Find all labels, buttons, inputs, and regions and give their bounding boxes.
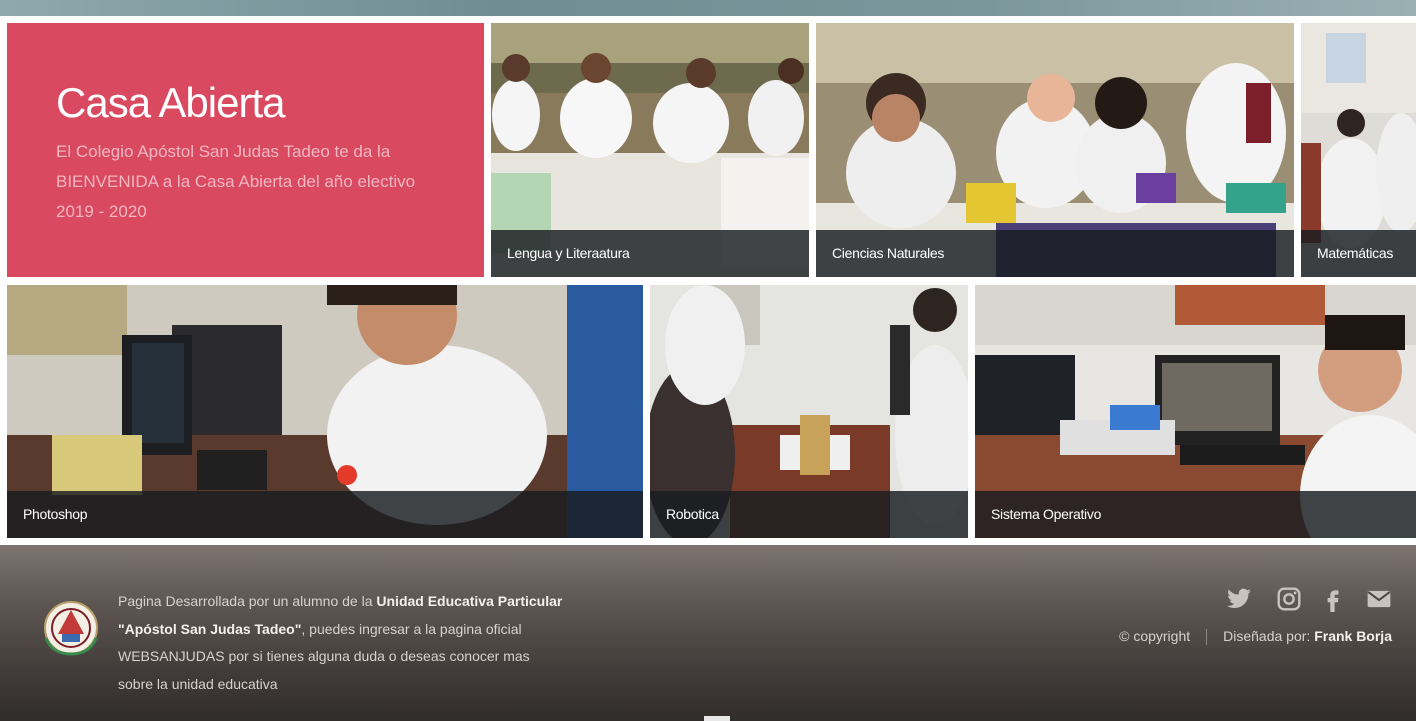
facebook-icon[interactable]	[1320, 586, 1346, 612]
divider	[1206, 629, 1208, 646]
gallery-caption-bar: Photoshop	[7, 491, 643, 538]
gallery-caption-bar: Matemáticas	[1301, 230, 1416, 277]
gallery-caption: Lengua y Literaatura	[507, 245, 630, 261]
gallery-item-ciencias[interactable]: Ciencias Naturales	[816, 23, 1294, 277]
gallery-caption: Matemáticas	[1317, 245, 1394, 261]
hero-description: El Colegio Apóstol San Judas Tadeo te da…	[56, 142, 416, 221]
designed-by-label: Diseñada por:	[1223, 628, 1315, 644]
gallery-item-lengua[interactable]: Lengua y Literaatura	[491, 23, 809, 277]
hero-panel: Casa Abierta El Colegio Apóstol San Juda…	[7, 23, 484, 277]
gallery-caption: Ciencias Naturales	[832, 245, 945, 261]
footer-text-part2: , puedes ingresar a la pagina oficial	[301, 620, 522, 637]
gallery-caption-bar: Sistema Operativo	[975, 491, 1416, 538]
gallery-item-photoshop[interactable]: Photoshop	[7, 285, 643, 538]
mail-icon[interactable]	[1366, 586, 1392, 612]
top-banner-strip	[0, 0, 1416, 16]
hero-title: Casa Abierta	[56, 79, 285, 126]
designer-name[interactable]: Frank Borja	[1314, 628, 1392, 644]
copyright-line: © copyright Diseñada por: Frank Borja	[1119, 628, 1392, 646]
footer-description: Pagina Desarrollada por un alumno de la …	[118, 588, 568, 698]
school-logo-icon	[44, 601, 98, 656]
gallery-caption: Sistema Operativo	[991, 506, 1102, 522]
copyright-text: © copyright	[1119, 628, 1191, 644]
footer-site-link[interactable]: WEBSANJUDAS	[118, 648, 225, 664]
scroll-indicator	[704, 716, 730, 721]
gallery-caption: Robotica	[666, 506, 719, 522]
gallery-item-matematicas[interactable]: Matemáticas	[1301, 23, 1416, 277]
twitter-icon[interactable]	[1226, 586, 1252, 612]
instagram-icon[interactable]	[1276, 586, 1302, 612]
gallery-caption-bar: Ciencias Naturales	[816, 230, 1294, 277]
gallery-caption-bar: Lengua y Literaatura	[491, 230, 809, 277]
gallery-item-sistema[interactable]: Sistema Operativo	[975, 285, 1416, 538]
footer-text-part1: Pagina Desarrollada por un alumno de la	[118, 593, 377, 609]
gallery-caption: Photoshop	[23, 506, 88, 522]
gallery-item-robotica[interactable]: Robotica	[650, 285, 968, 538]
gallery-caption-bar: Robotica	[650, 491, 968, 538]
